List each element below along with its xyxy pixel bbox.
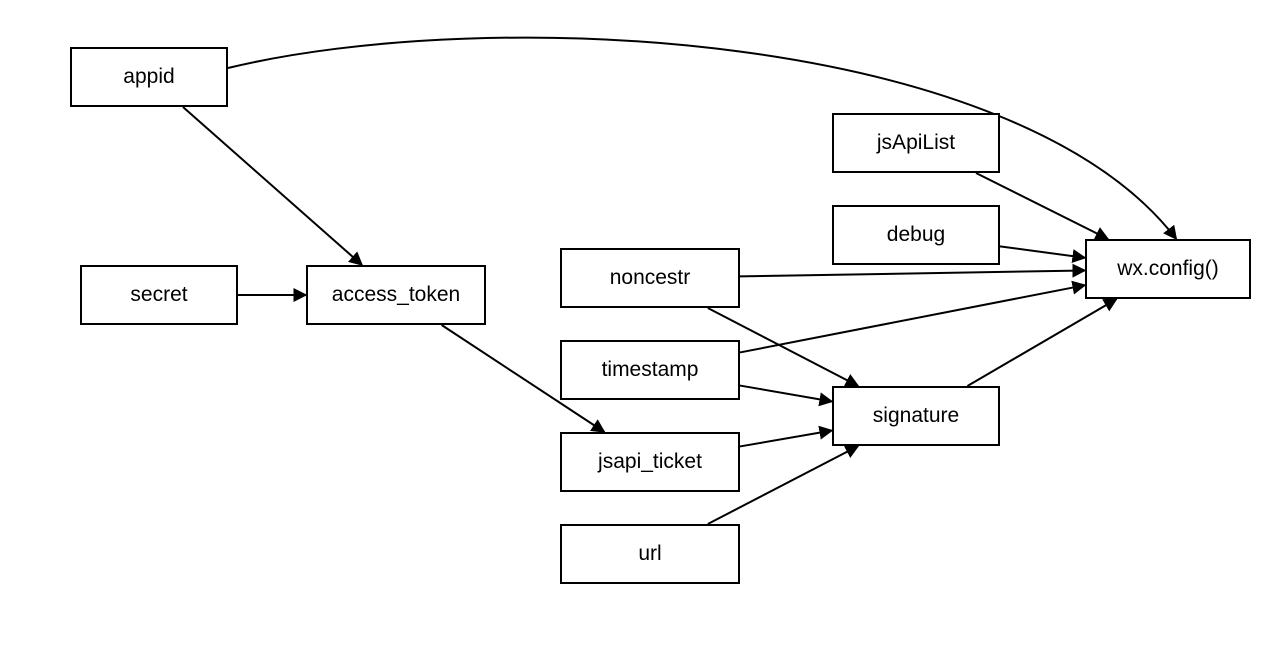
node-appid: appid — [70, 47, 228, 107]
node-label: appid — [123, 65, 174, 89]
node-noncestr: noncestr — [560, 248, 740, 308]
node-access-token: access_token — [306, 265, 486, 325]
node-label: secret — [130, 283, 187, 307]
edge-noncestr-wxconfig — [740, 270, 1085, 276]
edge-appid-wxconfig — [228, 38, 1176, 239]
node-jsapilist: jsApiList — [832, 113, 1000, 173]
edge-timestamp-signature — [740, 386, 832, 402]
node-label: jsapi_ticket — [598, 450, 702, 474]
node-label: debug — [887, 223, 945, 247]
node-label: access_token — [332, 283, 460, 307]
diagram-canvas: appid secret access_token noncestr times… — [0, 0, 1288, 650]
node-label: signature — [873, 404, 959, 428]
node-debug: debug — [832, 205, 1000, 265]
edge-timestamp-wxconfig — [740, 285, 1085, 352]
node-url: url — [560, 524, 740, 584]
node-signature: signature — [832, 386, 1000, 446]
edge-jsapi_ticket-signature — [740, 431, 832, 447]
node-label: timestamp — [602, 358, 699, 382]
node-wxconfig: wx.config() — [1085, 239, 1251, 299]
node-label: wx.config() — [1117, 257, 1219, 281]
edge-signature-wxconfig — [967, 299, 1116, 386]
node-label: noncestr — [610, 266, 691, 290]
node-jsapi-ticket: jsapi_ticket — [560, 432, 740, 492]
node-timestamp: timestamp — [560, 340, 740, 400]
node-label: jsApiList — [877, 131, 955, 155]
edge-appid-access_token — [183, 107, 362, 265]
node-secret: secret — [80, 265, 238, 325]
edge-debug-wxconfig — [1000, 246, 1085, 257]
node-label: url — [638, 542, 661, 566]
